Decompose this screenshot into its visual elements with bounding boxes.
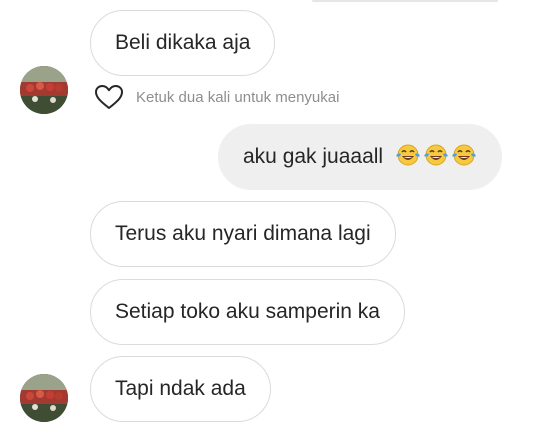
face-with-tears-of-joy-icon bbox=[423, 143, 449, 167]
avatar-photo bbox=[20, 66, 68, 114]
sender-avatar[interactable] bbox=[20, 66, 68, 114]
double-tap-hint: Ketuk dua kali untuk menyukai bbox=[136, 88, 340, 106]
message-text: Setiap toko aku samperin ka bbox=[115, 300, 380, 323]
incoming-message-bubble[interactable]: Terus aku nyari dimana lagi bbox=[90, 201, 396, 267]
avatar-photo bbox=[20, 374, 68, 422]
like-hint-row: Ketuk dua kali untuk menyukai bbox=[94, 84, 339, 110]
previous-message-bubble-edge bbox=[312, 0, 498, 2]
incoming-message-bubble[interactable]: Beli dikaka aja bbox=[90, 10, 276, 76]
face-with-tears-of-joy-icon bbox=[395, 143, 421, 167]
emoji-group bbox=[395, 143, 477, 167]
incoming-message-bubble[interactable]: Setiap toko aku samperin ka bbox=[90, 279, 405, 345]
message-text: Beli dikaka aja bbox=[115, 31, 251, 54]
message-text: Tapi ndak ada bbox=[115, 377, 246, 400]
message-text: aku gak juaaall bbox=[243, 145, 384, 168]
outgoing-message-bubble[interactable]: aku gak juaaall bbox=[218, 124, 502, 190]
sender-avatar[interactable] bbox=[20, 374, 68, 422]
incoming-message-bubble[interactable]: Tapi ndak ada bbox=[90, 356, 271, 422]
face-with-tears-of-joy-icon bbox=[451, 143, 477, 167]
message-text: Terus aku nyari dimana lagi bbox=[115, 222, 371, 245]
heart-outline-icon[interactable] bbox=[94, 84, 124, 110]
